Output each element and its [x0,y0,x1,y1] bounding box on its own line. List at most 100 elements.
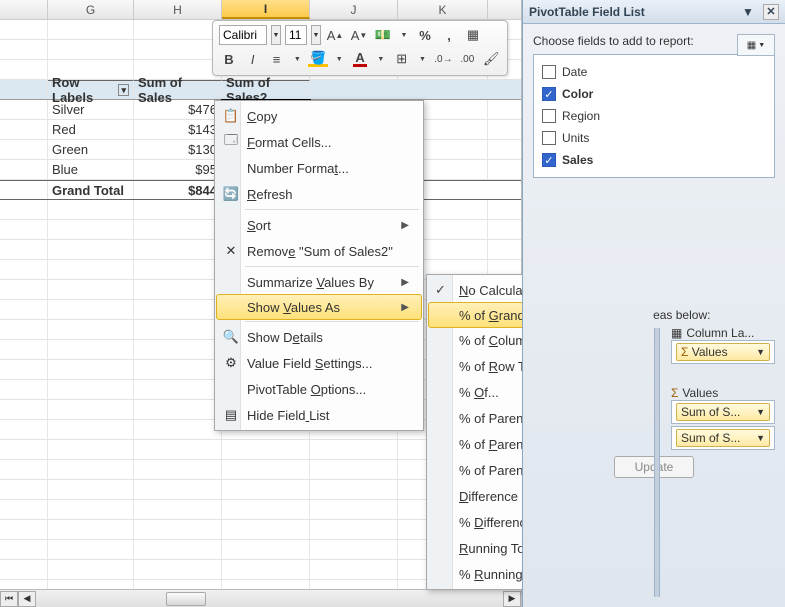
increase-decimal-icon[interactable]: .0→ [433,49,453,69]
accounting-format-dropdown-icon[interactable]: ▼ [397,25,411,45]
cell[interactable] [134,340,222,359]
fill-color-icon[interactable]: 🪣 [308,49,328,69]
menu-item[interactable]: 🔄Refresh [217,181,421,207]
cell[interactable] [134,40,222,59]
cell[interactable] [134,400,222,419]
comma-format-icon[interactable]: , [439,25,459,45]
menu-item[interactable]: Number Format... [217,155,421,181]
checkbox[interactable] [542,131,556,145]
menu-item[interactable]: ✕Remove "Sum of Sales2" [217,238,421,264]
cell[interactable] [222,540,310,559]
menu-item[interactable]: 🔍Show Details [217,324,421,350]
field-item-region[interactable]: Region [542,105,766,127]
menu-item[interactable]: 🗔Format Cells... [217,129,421,155]
cell[interactable] [48,560,134,579]
cell[interactable]: Silver [48,100,134,119]
checkbox[interactable] [542,65,556,79]
cell[interactable] [222,500,310,519]
cell[interactable] [48,480,134,499]
menu-item[interactable]: PivotTable Options... [217,376,421,402]
cell[interactable] [134,480,222,499]
pivot-sum-of-sales-header[interactable]: Sum of Sales [134,80,222,99]
menu-item[interactable]: ▤Hide Field List [217,402,421,428]
borders-icon[interactable]: ⊞ [392,49,412,69]
scroll-right-icon[interactable]: ▶ [503,591,521,607]
cell[interactable] [48,520,134,539]
sum-of-sales-pill-1[interactable]: Sum of S...▼ [676,403,770,421]
checkbox[interactable]: ✓ [542,87,556,101]
horizontal-scrollbar[interactable]: ⏮ ◀ ▶ [0,589,521,607]
cell[interactable] [134,280,222,299]
column-header-H[interactable]: H [134,0,222,19]
cell[interactable] [48,400,134,419]
cell[interactable] [222,460,310,479]
cell[interactable] [48,360,134,379]
center-align-icon[interactable]: ≡ [267,49,287,69]
font-color-dropdown-icon[interactable]: ▼ [374,49,388,69]
cell[interactable] [134,380,222,399]
scroll-track[interactable] [36,591,503,607]
column-header-I[interactable]: I [222,0,310,19]
cell[interactable] [48,540,134,559]
font-size-input[interactable] [285,25,307,45]
values-pill[interactable]: Σ Values▼ [676,343,770,361]
panel-minimize-icon[interactable]: ▼ [739,5,757,19]
pivot-sum-of-sales2-header[interactable]: Sum of Sales2 [222,80,310,99]
cell[interactable]: $95 [134,160,222,179]
cell[interactable] [134,20,222,39]
shrink-font-icon[interactable]: A▼ [349,25,369,45]
cell[interactable] [48,500,134,519]
cell[interactable] [134,260,222,279]
cell[interactable]: Red [48,120,134,139]
grand-total-label[interactable]: Grand Total [48,181,134,199]
cell[interactable]: $130 [134,140,222,159]
scroll-thumb[interactable] [166,592,206,606]
cell[interactable] [48,380,134,399]
grow-font-icon[interactable]: A▲ [325,25,345,45]
cell[interactable]: $476 [134,100,222,119]
font-size-dropdown-icon[interactable]: ▼ [311,25,321,45]
cell[interactable] [310,540,398,559]
layout-dropdown-button[interactable]: ▦ ▼ [737,34,775,56]
field-item-sales[interactable]: ✓Sales [542,149,766,171]
font-family-dropdown-icon[interactable]: ▼ [271,25,281,45]
cell[interactable] [222,440,310,459]
font-family-input[interactable] [219,25,267,45]
cell[interactable] [310,460,398,479]
cell[interactable] [48,320,134,339]
cell[interactable] [48,260,134,279]
cell[interactable]: $143 [134,120,222,139]
cell[interactable] [222,560,310,579]
cell[interactable] [310,440,398,459]
cell[interactable]: Blue [48,160,134,179]
cell[interactable] [222,480,310,499]
values-dropzone-2[interactable]: Sum of S...▼ [671,426,775,450]
column-header-J[interactable]: J [310,0,398,19]
field-item-color[interactable]: ✓Color [542,83,766,105]
cell[interactable] [134,500,222,519]
row-labels-filter-icon[interactable]: ▾ [118,84,129,96]
cell[interactable] [134,540,222,559]
column-labels-dropzone[interactable]: Σ Values▼ [671,340,775,364]
cell[interactable] [48,300,134,319]
cell[interactable] [134,200,222,219]
column-header-G[interactable]: G [48,0,134,19]
values-dropzone-1[interactable]: Sum of S...▼ [671,400,775,424]
menu-item[interactable]: ⚙Value Field Settings... [217,350,421,376]
cell[interactable] [310,520,398,539]
cell[interactable] [48,200,134,219]
grand-total-value[interactable]: $844 [134,181,222,199]
cell[interactable] [134,520,222,539]
cell[interactable] [134,360,222,379]
cell[interactable] [48,20,134,39]
cell[interactable] [134,320,222,339]
borders-dropdown-icon[interactable]: ▼ [416,49,430,69]
menu-item[interactable]: Summarize Values By▶ [217,269,421,295]
cell[interactable] [48,240,134,259]
cell[interactable] [134,300,222,319]
cell[interactable] [48,440,134,459]
field-item-date[interactable]: Date [542,61,766,83]
scroll-left-start-icon[interactable]: ⏮ [0,591,18,607]
cell[interactable] [134,560,222,579]
cell[interactable] [48,460,134,479]
